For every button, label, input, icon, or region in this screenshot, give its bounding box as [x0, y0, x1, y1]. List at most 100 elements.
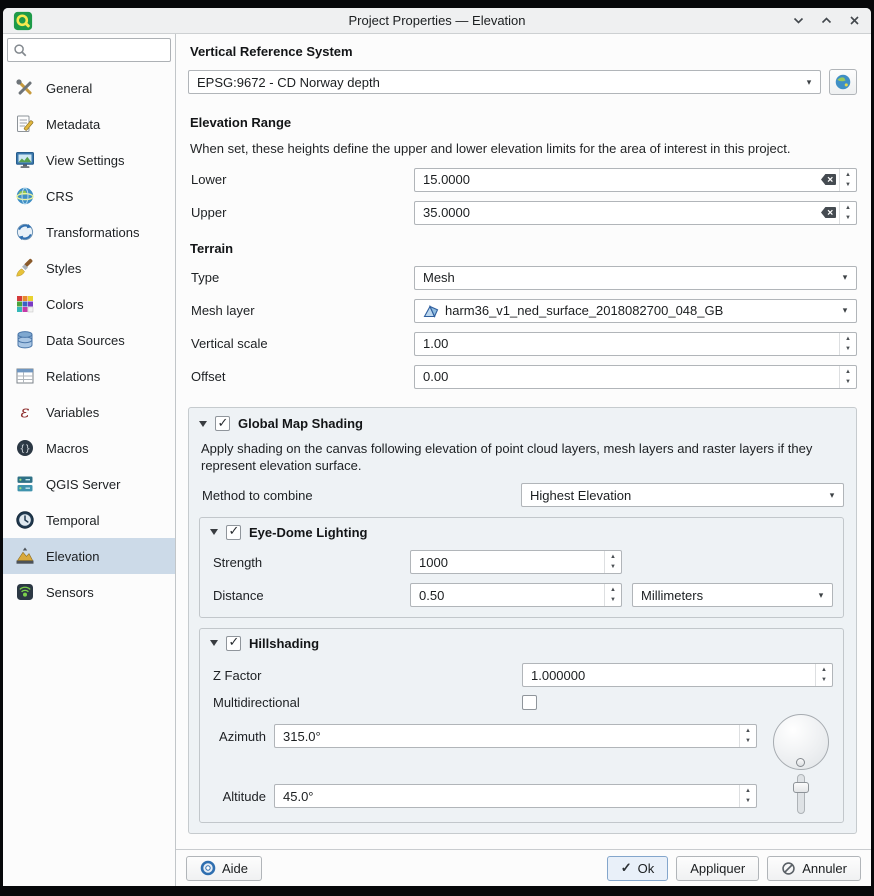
terrain-type-combobox[interactable]: Mesh ▾: [414, 266, 857, 290]
select-crs-button[interactable]: [829, 69, 857, 95]
multidirectional-checkbox[interactable]: [522, 695, 537, 710]
sidebar-item-sensors[interactable]: Sensors: [3, 574, 175, 610]
help-button-label: Aide: [222, 861, 248, 876]
offset-spinbox[interactable]: 0.00 ▲▼: [414, 365, 857, 389]
collapse-arrow-icon[interactable]: [210, 640, 218, 646]
sidebar-item-variables[interactable]: ε Variables: [3, 394, 175, 430]
collapse-arrow-icon[interactable]: [199, 421, 207, 427]
chevron-up-icon[interactable]: [820, 14, 833, 27]
strength-value: 1000: [419, 555, 604, 570]
altitude-spinbox[interactable]: 45.0° ▲▼: [274, 784, 757, 808]
azimuth-dial[interactable]: [773, 714, 829, 770]
close-icon[interactable]: [848, 14, 861, 27]
elevation-range-heading: Elevation Range: [190, 115, 857, 130]
spinner-buttons[interactable]: ▲▼: [839, 333, 856, 355]
sidebar-search[interactable]: [7, 38, 171, 62]
upper-spinbox[interactable]: 35.0000 ▲▼: [414, 201, 857, 225]
project-properties-dialog: Project Properties — Elevation: [3, 8, 871, 886]
lower-spinbox[interactable]: 15.0000 ▲▼: [414, 168, 857, 192]
clear-field-icon[interactable]: [817, 206, 839, 219]
apply-button-label: Appliquer: [690, 861, 745, 876]
database-icon: [13, 328, 37, 352]
azimuth-value: 315.0°: [283, 729, 739, 744]
z-factor-label: Z Factor: [210, 668, 522, 683]
vertical-crs-combobox[interactable]: EPSG:9672 - CD Norway depth ▾: [188, 70, 821, 94]
mesh-layer-label: Mesh layer: [188, 303, 414, 318]
sidebar-item-label: Elevation: [46, 549, 99, 564]
strength-label: Strength: [210, 555, 410, 570]
sidebar-item-macros[interactable]: {} Macros: [3, 430, 175, 466]
distance-spinbox[interactable]: 0.50 ▲▼: [410, 583, 622, 607]
metadata-icon: [13, 112, 37, 136]
multidirectional-label: Multidirectional: [210, 695, 522, 710]
dial-knob[interactable]: [796, 758, 805, 767]
paintbrush-icon: [13, 256, 37, 280]
spinner-buttons[interactable]: ▲▼: [839, 366, 856, 388]
spinner-buttons[interactable]: ▲▼: [839, 202, 856, 224]
help-button[interactable]: Aide: [186, 856, 262, 881]
hillshading-title: Hillshading: [249, 636, 319, 651]
sidebar-item-styles[interactable]: Styles: [3, 250, 175, 286]
sidebar-item-relations[interactable]: Relations: [3, 358, 175, 394]
vertical-crs-value: EPSG:9672 - CD Norway depth: [197, 75, 798, 90]
global-map-shading-group: Global Map Shading Apply shading on the …: [188, 407, 857, 835]
sidebar-item-colors[interactable]: Colors: [3, 286, 175, 322]
svg-text:{}: {}: [20, 445, 31, 455]
spinner-buttons[interactable]: ▲▼: [604, 551, 621, 573]
sidebar-item-transformations[interactable]: Transformations: [3, 214, 175, 250]
sidebar-item-label: QGIS Server: [46, 477, 120, 492]
mesh-layer-value: harm36_v1_ned_surface_2018082700_048_GB: [445, 303, 834, 318]
strength-spinbox[interactable]: 1000 ▲▼: [410, 550, 622, 574]
distance-unit-combobox[interactable]: Millimeters ▾: [632, 583, 833, 607]
spinner-buttons[interactable]: ▲▼: [815, 664, 832, 686]
sidebar-item-metadata[interactable]: Metadata: [3, 106, 175, 142]
search-icon: [13, 43, 28, 58]
clear-field-icon[interactable]: [817, 173, 839, 186]
hillshading-group: Hillshading Z Factor 1.000000 ▲▼ Multidi…: [199, 628, 844, 823]
sidebar-item-label: Relations: [46, 369, 100, 384]
spinner-buttons[interactable]: ▲▼: [739, 725, 756, 747]
azimuth-label: Azimuth: [210, 729, 266, 744]
sidebar-item-label: Sensors: [46, 585, 94, 600]
cancel-button[interactable]: Annuler: [767, 856, 861, 881]
sidebar-item-data-sources[interactable]: Data Sources: [3, 322, 175, 358]
sidebar-item-elevation[interactable]: Elevation: [3, 538, 175, 574]
collapse-arrow-icon[interactable]: [210, 529, 218, 535]
ok-button-label: Ok: [638, 861, 655, 876]
distance-value: 0.50: [419, 588, 604, 603]
sidebar-item-general[interactable]: General: [3, 70, 175, 106]
titlebar[interactable]: Project Properties — Elevation: [3, 8, 871, 34]
spinner-buttons[interactable]: ▲▼: [839, 169, 856, 191]
elevation-settings-page: Vertical Reference System EPSG:9672 - CD…: [176, 34, 871, 849]
hillshading-checkbox[interactable]: [226, 636, 241, 651]
azimuth-spinbox[interactable]: 315.0° ▲▼: [274, 724, 757, 748]
eye-dome-lighting-checkbox[interactable]: [226, 525, 241, 540]
global-map-shading-checkbox[interactable]: [215, 416, 230, 431]
sidebar-item-label: General: [46, 81, 92, 96]
mesh-layer-combobox[interactable]: harm36_v1_ned_surface_2018082700_048_GB …: [414, 299, 857, 323]
ok-button[interactable]: ✓ Ok: [607, 856, 669, 881]
sidebar-item-view-settings[interactable]: View Settings: [3, 142, 175, 178]
macro-icon: {}: [13, 436, 37, 460]
sidebar-item-label: Data Sources: [46, 333, 125, 348]
slider-handle[interactable]: [793, 782, 809, 793]
epsilon-icon: ε: [13, 400, 37, 424]
altitude-slider[interactable]: [792, 774, 810, 814]
sidebar-item-temporal[interactable]: Temporal: [3, 502, 175, 538]
sidebar-item-qgis-server[interactable]: QGIS Server: [3, 466, 175, 502]
mesh-layer-icon: [423, 303, 439, 319]
apply-button[interactable]: Appliquer: [676, 856, 759, 881]
spinner-buttons[interactable]: ▲▼: [604, 584, 621, 606]
sidebar: General Metadata: [3, 34, 176, 886]
spinner-buttons[interactable]: ▲▼: [739, 785, 756, 807]
vertical-scale-spinbox[interactable]: 1.00 ▲▼: [414, 332, 857, 356]
chevron-down-icon[interactable]: [792, 14, 805, 27]
sidebar-item-label: Metadata: [46, 117, 100, 132]
search-input[interactable]: [32, 43, 165, 57]
z-factor-spinbox[interactable]: 1.000000 ▲▼: [522, 663, 833, 687]
dropdown-arrow-icon: ▾: [834, 267, 856, 289]
method-to-combine-combobox[interactable]: Highest Elevation ▾: [521, 483, 844, 507]
sidebar-item-crs[interactable]: CRS: [3, 178, 175, 214]
dropdown-arrow-icon: ▾: [810, 584, 832, 606]
lower-value: 15.0000: [423, 172, 817, 187]
